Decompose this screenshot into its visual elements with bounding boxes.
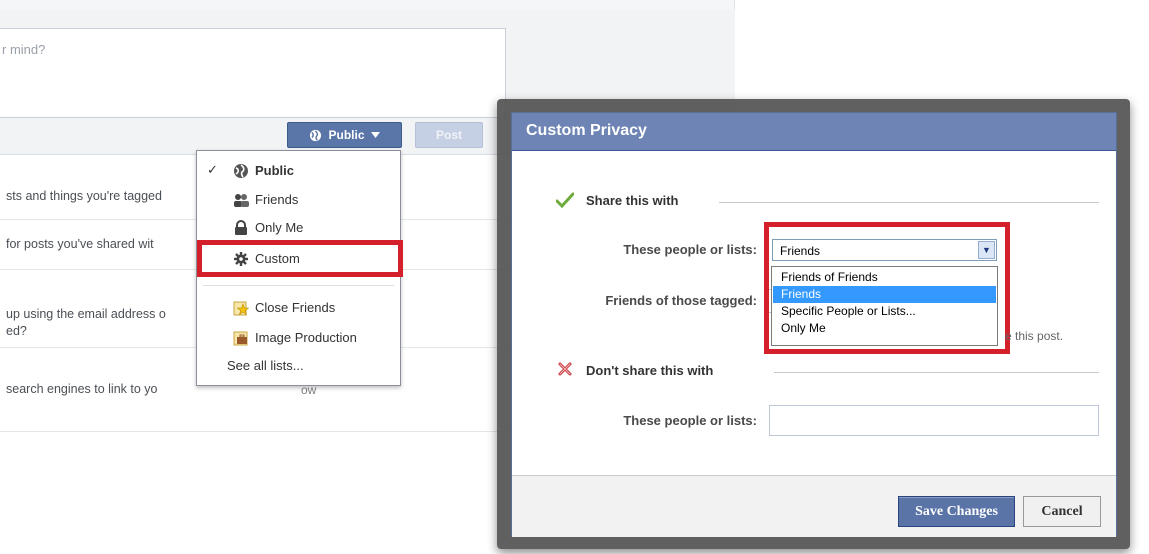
star-list-icon [233, 301, 249, 316]
privacy-selector-button[interactable]: Public [287, 122, 402, 148]
dialog-titlebar: Custom Privacy [512, 113, 1116, 151]
menu-item-only-me[interactable]: Only Me [197, 216, 400, 240]
status-input[interactable] [0, 28, 506, 118]
privacy-selector-label: Public [328, 128, 365, 142]
share-section-heading: Share this with [586, 193, 679, 208]
friends-icon [234, 194, 249, 207]
share-field-label: These people or lists: [623, 242, 757, 257]
cancel-button[interactable]: Cancel [1023, 496, 1101, 527]
check-icon [556, 192, 574, 208]
menu-item-close-friends[interactable]: Close Friends [197, 296, 400, 320]
menu-item-label: See all lists... [227, 358, 304, 373]
menu-item-label: Public [255, 163, 295, 178]
menu-item-friends[interactable]: Friends [197, 188, 400, 212]
tagged-field-label: Friends of those tagged: [605, 293, 757, 308]
globe-icon [310, 129, 322, 141]
x-icon [558, 362, 572, 376]
menu-item-label: Friends [255, 192, 299, 207]
check-icon: ✓ [207, 162, 218, 177]
top-strip [0, 0, 735, 10]
dont-share-section-heading: Don't share this with [586, 363, 714, 378]
dont-share-field-label: These people or lists: [623, 413, 757, 428]
globe-icon [234, 164, 248, 178]
menu-item-image-production[interactable]: Image Production [197, 326, 400, 350]
section-divider [774, 372, 1099, 373]
menu-item-see-all-lists[interactable]: See all lists... [197, 354, 400, 378]
custom-privacy-dialog: Custom Privacy Share this with These peo… [511, 112, 1117, 537]
status-placeholder: r mind? [2, 42, 46, 57]
dropdown-highlight-box [764, 222, 1010, 354]
chevron-down-icon [370, 132, 380, 138]
dialog-title: Custom Privacy [526, 122, 647, 139]
tagged-note-text: e this post. [1005, 329, 1064, 343]
briefcase-list-icon [233, 331, 248, 346]
custom-highlight-box [197, 240, 403, 277]
lock-icon [235, 220, 247, 235]
menu-divider [203, 285, 394, 286]
menu-item-label: Close Friends [255, 300, 336, 315]
menu-item-label: Image Production [255, 330, 357, 345]
menu-item-label: Only Me [255, 220, 304, 235]
save-changes-button[interactable]: Save Changes [898, 496, 1015, 527]
menu-item-public[interactable]: ✓ Public [197, 159, 400, 183]
section-divider [719, 202, 1099, 203]
dont-share-input[interactable] [769, 405, 1099, 436]
post-button[interactable]: Post [415, 122, 483, 148]
